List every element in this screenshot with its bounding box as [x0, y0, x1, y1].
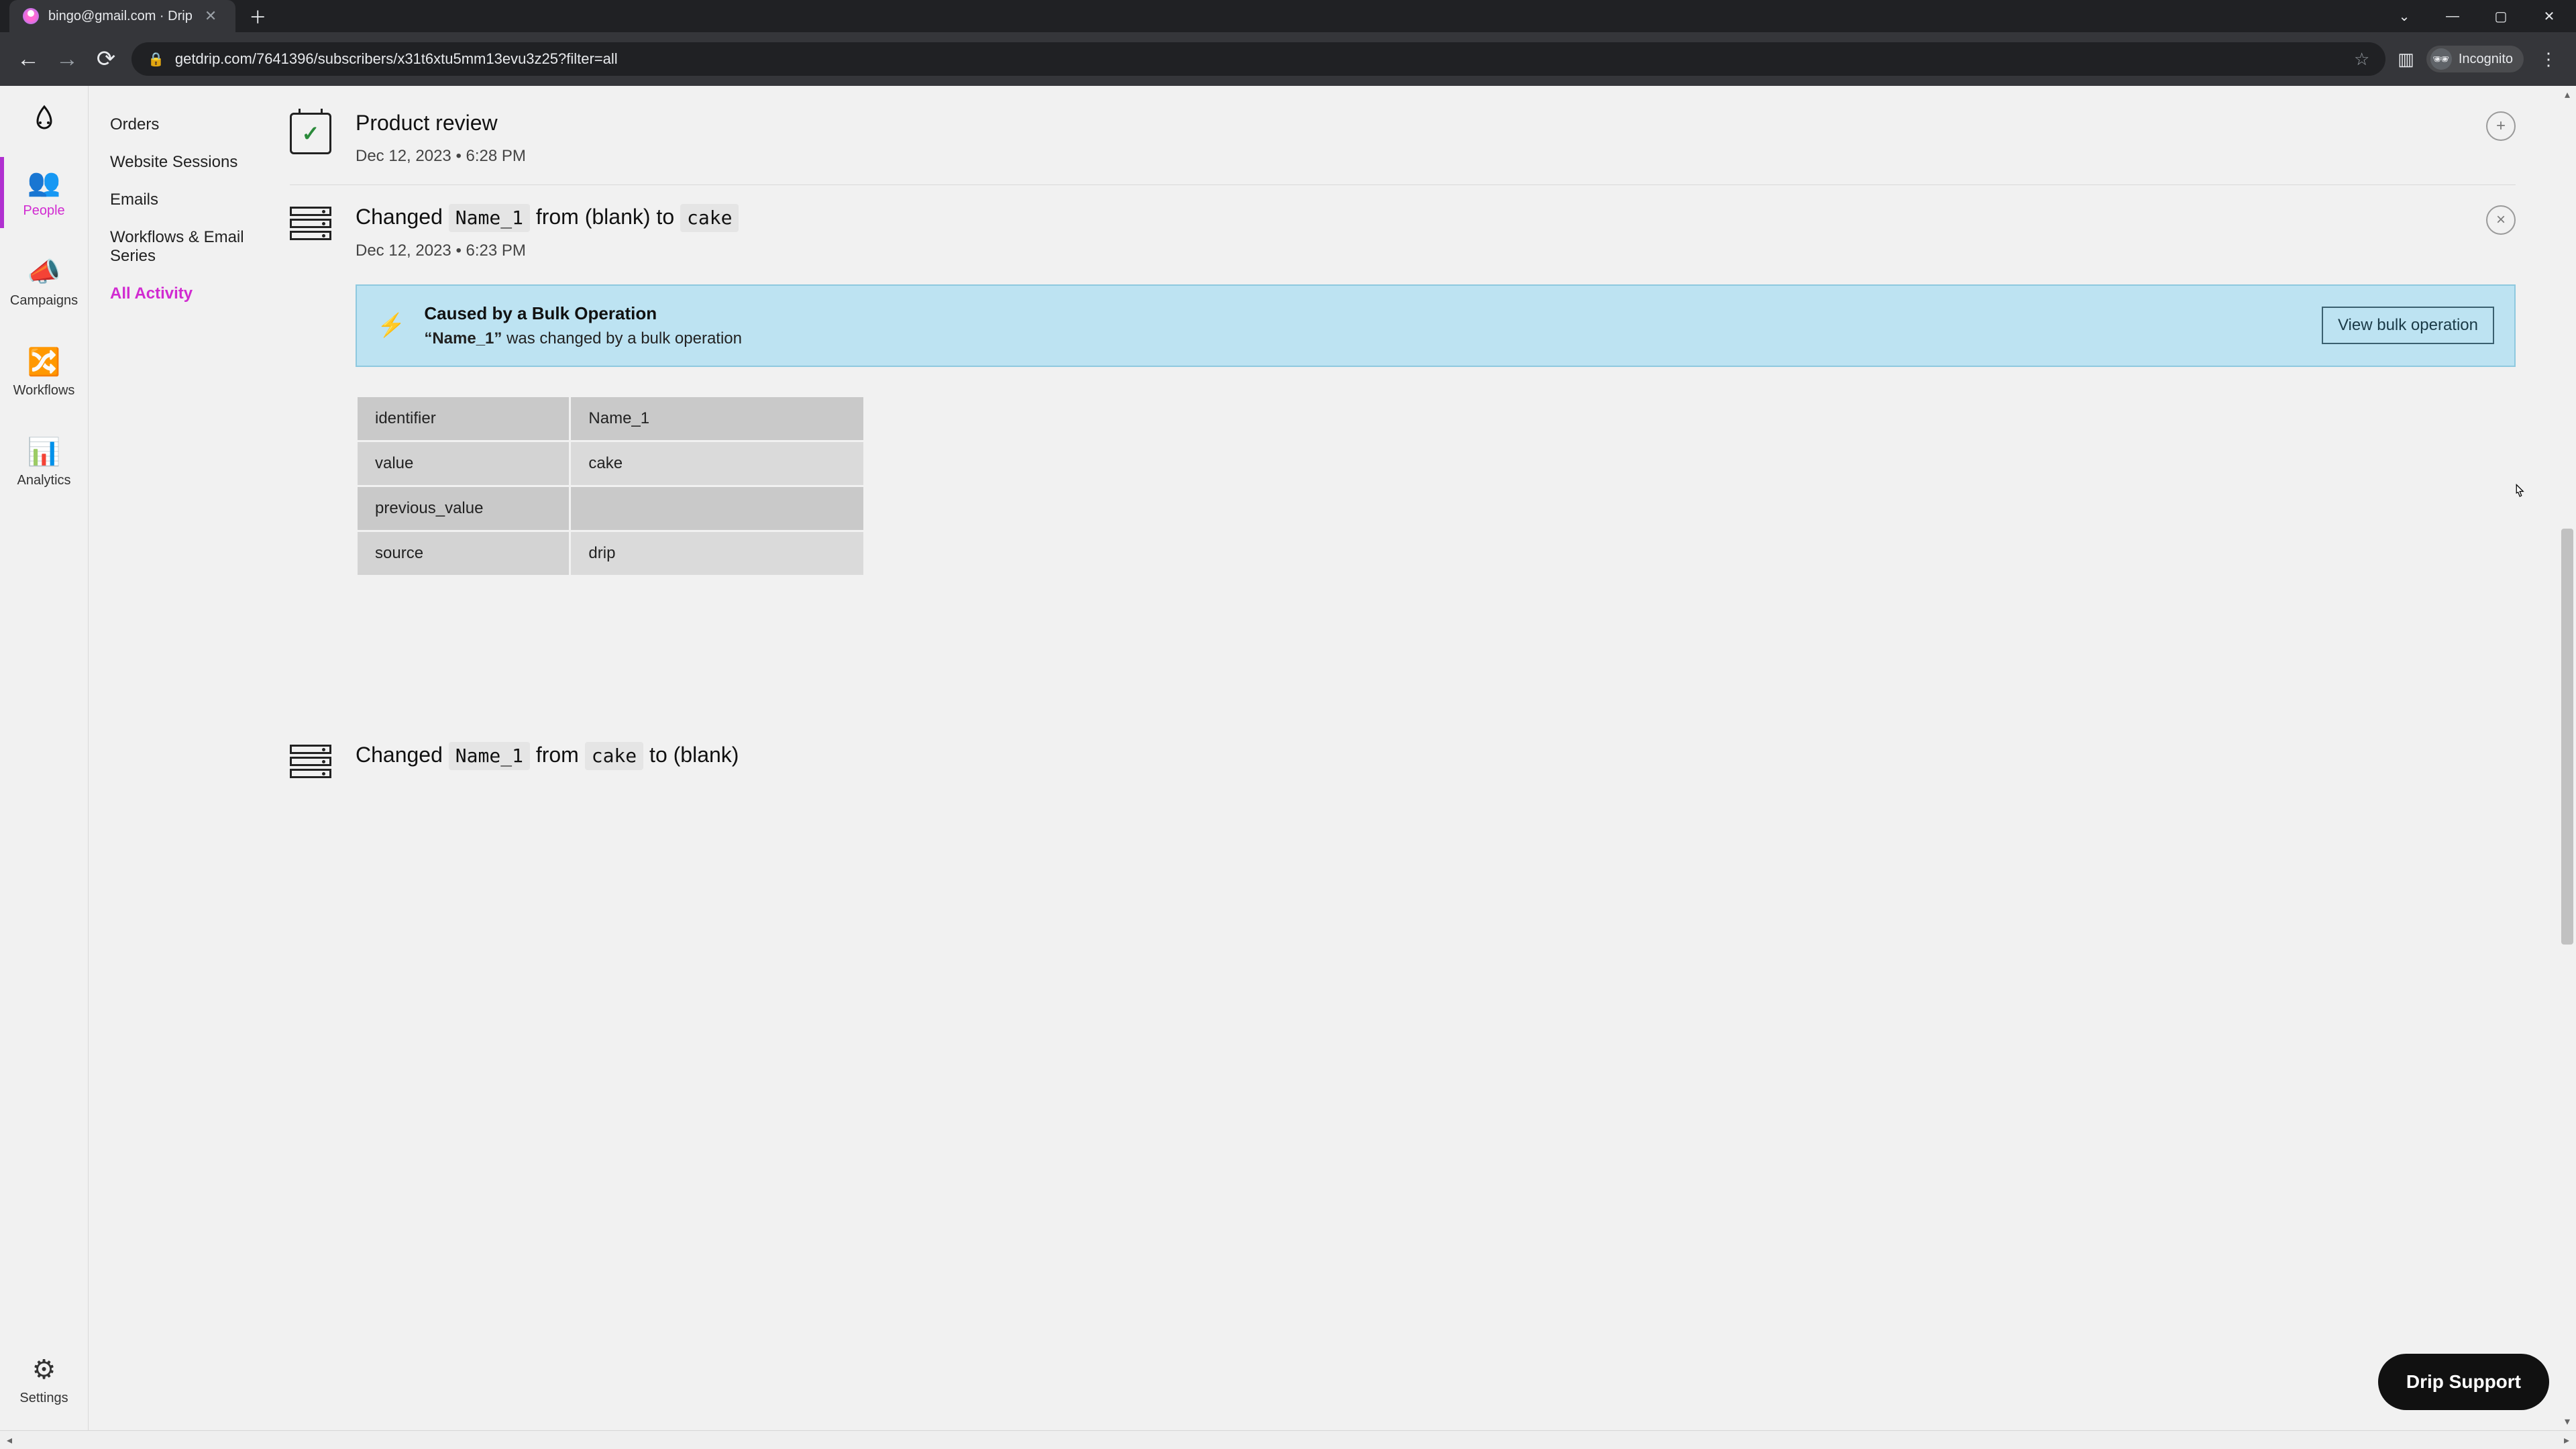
people-icon: 👥 [28, 166, 61, 198]
drip-logo-icon[interactable] [25, 99, 64, 138]
table-row: identifierName_1 [358, 397, 863, 440]
browser-tab-active[interactable]: bingo@gmail.com · Drip ✕ [9, 0, 235, 32]
view-bulk-operation-button[interactable]: View bulk operation [2322, 307, 2494, 344]
filter-all-activity[interactable]: All Activity [110, 275, 279, 313]
server-icon [290, 207, 331, 248]
nav-forward-icon: → [54, 46, 80, 72]
window-controls: ⌄ — ▢ ✕ [2396, 0, 2576, 32]
table-row: valuecake [358, 442, 863, 485]
analytics-icon: 📊 [28, 436, 61, 468]
scroll-up-icon[interactable]: ▴ [2559, 86, 2576, 103]
vertical-scrollbar[interactable]: ▴ ▾ [2559, 86, 2576, 1430]
expand-button[interactable]: + [2486, 111, 2516, 141]
nav-people[interactable]: 👥 People [0, 157, 88, 228]
filter-workflows-email-series[interactable]: Workflows & Email Series [110, 219, 279, 275]
browser-tabstrip: bingo@gmail.com · Drip ✕ ＋ ⌄ — ▢ ✕ [0, 0, 2576, 32]
activity-item-field-change: Changed Name_1 from (blank) to cake Dec … [290, 185, 2516, 596]
activity-item-product-review: ✓ Product review Dec 12, 2023 • 6:28 PM … [290, 91, 2516, 185]
browser-toolbar: ← → ⟳ 🔒 getdrip.com/7641396/subscribers/… [0, 32, 2576, 86]
bookmark-star-icon[interactable]: ☆ [2354, 49, 2369, 70]
tab-search-icon[interactable]: ⌄ [2396, 8, 2412, 25]
incognito-chip[interactable]: 🕶 Incognito [2426, 46, 2524, 72]
scroll-down-icon[interactable]: ▾ [2559, 1413, 2576, 1430]
filter-website-sessions[interactable]: Website Sessions [110, 144, 279, 181]
activity-filter-sidebar: Orders Website Sessions Emails Workflows… [89, 86, 290, 1430]
address-bar[interactable]: 🔒 getdrip.com/7641396/subscribers/x31t6x… [131, 42, 2385, 76]
window-maximize-icon[interactable]: ▢ [2493, 8, 2509, 25]
browser-menu-icon[interactable]: ⋮ [2536, 49, 2561, 70]
value-chip: cake [585, 742, 643, 770]
nav-campaigns[interactable]: 📣 Campaigns [0, 247, 88, 318]
drip-support-button[interactable]: Drip Support [2378, 1354, 2549, 1410]
collapse-button[interactable]: × [2486, 205, 2516, 235]
extensions-icon[interactable]: ▥ [2398, 49, 2414, 70]
nav-analytics-label: Analytics [17, 473, 70, 488]
workflow-icon: 🔀 [28, 346, 61, 378]
tab-title: bingo@gmail.com · Drip [48, 9, 193, 24]
server-icon [290, 745, 331, 786]
bolt-icon: ⚡ [377, 312, 405, 339]
incognito-label: Incognito [2459, 52, 2513, 67]
window-minimize-icon[interactable]: — [2445, 9, 2461, 24]
detail-value: drip [571, 532, 863, 575]
tab-favicon-icon [23, 8, 39, 24]
table-row: previous_value [358, 487, 863, 530]
detail-key: source [358, 532, 569, 575]
bulk-callout-title: Caused by a Bulk Operation [424, 303, 2303, 324]
incognito-icon: 🕶 [2430, 48, 2452, 70]
tab-close-icon[interactable]: ✕ [202, 7, 219, 25]
nav-campaigns-label: Campaigns [10, 293, 78, 309]
scroll-right-icon[interactable]: ▸ [2557, 1431, 2576, 1449]
url-text: getdrip.com/7641396/subscribers/x31t6xtu… [175, 50, 618, 68]
app-viewport: 👥 People 📣 Campaigns 🔀 Workflows 📊 Analy… [0, 86, 2576, 1430]
nav-workflows-label: Workflows [13, 383, 75, 398]
activity-timestamp: Dec 12, 2023 • 6:23 PM [356, 241, 2516, 260]
window-close-icon[interactable]: ✕ [2541, 8, 2557, 25]
nav-settings[interactable]: ⚙ Settings [0, 1345, 88, 1415]
nav-analytics[interactable]: 📊 Analytics [0, 427, 88, 498]
nav-workflows[interactable]: 🔀 Workflows [0, 337, 88, 408]
new-tab-button[interactable]: ＋ [235, 0, 280, 32]
field-chip: Name_1 [449, 204, 530, 232]
filter-orders[interactable]: Orders [110, 106, 279, 144]
activity-timestamp: Dec 12, 2023 • 6:28 PM [356, 147, 2516, 166]
megaphone-icon: 📣 [28, 256, 61, 288]
calendar-check-icon: ✓ [290, 113, 331, 154]
activity-item-field-change: Changed Name_1 from cake to (blank) [290, 723, 2516, 805]
horizontal-scrollbar[interactable]: ◂ ▸ [0, 1430, 2576, 1449]
filter-emails[interactable]: Emails [110, 181, 279, 219]
nav-reload-icon[interactable]: ⟳ [93, 46, 119, 72]
main-nav-rail: 👥 People 📣 Campaigns 🔀 Workflows 📊 Analy… [0, 86, 89, 1430]
scroll-thumb[interactable] [2561, 529, 2573, 945]
table-row: sourcedrip [358, 532, 863, 575]
activity-title: Product review [356, 109, 2516, 138]
bulk-operation-callout: ⚡ Caused by a Bulk Operation “Name_1” wa… [356, 284, 2516, 367]
gear-icon: ⚙ [32, 1354, 56, 1385]
scroll-left-icon[interactable]: ◂ [0, 1431, 19, 1449]
nav-settings-label: Settings [19, 1391, 68, 1406]
nav-people-label: People [23, 203, 64, 219]
lock-icon: 🔒 [148, 51, 164, 68]
nav-back-icon[interactable]: ← [15, 46, 42, 72]
value-chip: cake [680, 204, 739, 232]
detail-key: value [358, 442, 569, 485]
change-details-table: identifierName_1 valuecake previous_valu… [356, 395, 865, 577]
field-chip: Name_1 [449, 742, 530, 770]
detail-value: Name_1 [571, 397, 863, 440]
detail-key: previous_value [358, 487, 569, 530]
detail-value [571, 487, 863, 530]
activity-feed: ✓ Product review Dec 12, 2023 • 6:28 PM … [290, 86, 2576, 1430]
detail-key: identifier [358, 397, 569, 440]
detail-value: cake [571, 442, 863, 485]
activity-title: Changed Name_1 from cake to (blank) [356, 741, 2516, 770]
activity-title: Changed Name_1 from (blank) to cake [356, 203, 2516, 232]
bulk-callout-subtitle: “Name_1” was changed by a bulk operation [424, 329, 2303, 348]
